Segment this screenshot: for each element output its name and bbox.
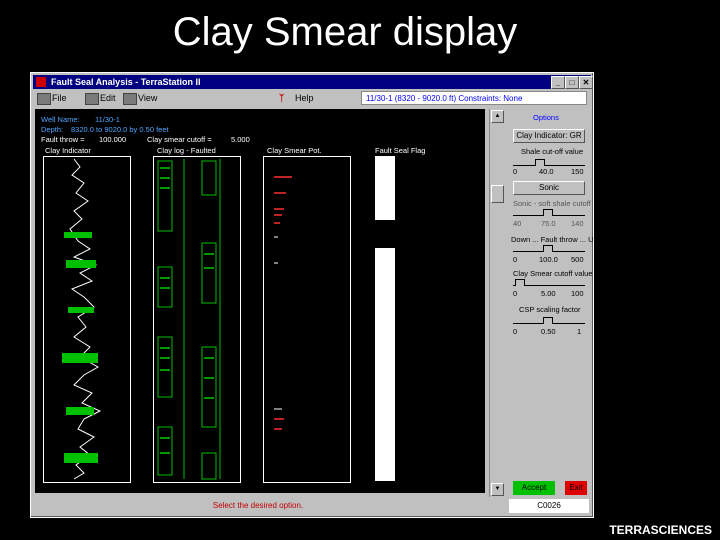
track-header-clay-indicator: Clay Indicator <box>45 146 91 155</box>
track-header-clay-log: Clay log - Faulted <box>157 146 216 155</box>
clay-smear-pot-track <box>263 156 351 483</box>
clay-smear-scale-max: 100 <box>571 289 584 298</box>
clay-smear-scale-min: 0 <box>513 289 518 298</box>
menu-file[interactable]: File <box>52 93 67 103</box>
csp-scale-value: 0.50 <box>541 327 556 336</box>
view-icon <box>123 93 137 105</box>
fault-seal-window: Fault Seal Analysis - TerraStation II _ … <box>30 72 598 518</box>
clay-smear-knob[interactable] <box>515 279 525 286</box>
clay-indicator-curve <box>62 158 102 480</box>
menu-edit[interactable]: Edit <box>100 93 116 103</box>
slide-title: Clay Smear display <box>172 10 518 54</box>
csp-scale-min: 0 <box>513 327 518 336</box>
plot-area: Well Name: 11/30-1 Depth: 8320.0 to 9020… <box>35 109 485 493</box>
fault-throw-value: 100.000 <box>99 135 127 144</box>
shale-cutoff-slider[interactable] <box>513 157 585 166</box>
close-button[interactable]: ✕ <box>579 76 593 89</box>
csp-scale-max: 1 <box>577 327 582 336</box>
fault-throw-label: Fault throw = <box>41 135 85 144</box>
exit-button[interactable]: Exit <box>565 481 587 495</box>
shale-scale-value: 40.0 <box>539 167 554 176</box>
window-title: Fault Seal Analysis - TerraStation II <box>51 77 201 87</box>
shale-scale-max: 150 <box>571 167 584 176</box>
shale-cutoff-knob[interactable] <box>535 159 545 166</box>
fault-throw-slider[interactable] <box>513 243 585 252</box>
sonic-knob[interactable] <box>543 209 553 216</box>
clay-smear-scale-value: 5.00 <box>541 289 556 298</box>
depth-value: 8320.0 to 9020.0 by 0.50 feet <box>71 125 169 134</box>
status-bar: Select the desired option. <box>35 499 481 513</box>
edit-icon <box>85 93 99 105</box>
sonic-scale-min: 40 <box>513 219 522 228</box>
fault-seal-flag-track <box>375 156 395 481</box>
clay-smear-cutoff-label: Clay smear cutoff = <box>147 135 212 144</box>
vertical-scrollbar[interactable]: ▲ ▼ <box>489 109 504 497</box>
clay-log-faulted-curve <box>157 159 221 480</box>
cursor-coords: C0026 <box>509 499 589 513</box>
fault-throw-scale-max: 500 <box>571 255 584 264</box>
sonic-scale-max: 140 <box>571 219 584 228</box>
clay-smear-cutoff-value: 5.000 <box>231 135 250 144</box>
shale-scale-min: 0 <box>513 167 518 176</box>
sonic-scale-value: 75.0 <box>541 219 556 228</box>
shale-cutoff-label: Shale cut-off value <box>521 147 583 156</box>
minimize-button[interactable]: _ <box>551 76 565 89</box>
maximize-button[interactable]: □ <box>565 76 579 89</box>
csp-slider[interactable] <box>513 315 585 324</box>
track-header-clay-smear-pot: Clay Smear Pot. <box>267 146 322 155</box>
options-panel: Options Clay Indicator: GR Shale cut-off… <box>509 109 598 499</box>
clay-indicator-track <box>43 156 131 483</box>
csp-label: CSP scaling factor <box>519 305 581 314</box>
seal-flag-gap <box>375 220 395 248</box>
menu-help[interactable]: Help <box>295 93 314 103</box>
help-icon: ᛉ <box>279 93 285 103</box>
fault-throw-scale-min: 0 <box>513 255 518 264</box>
sonic-slider[interactable] <box>513 207 585 216</box>
scroll-down-button[interactable]: ▼ <box>491 483 504 496</box>
clay-smear-slider[interactable] <box>513 277 585 286</box>
depth-label: Depth: <box>41 125 64 134</box>
well-name-label: Well Name: <box>41 115 80 124</box>
fault-throw-scale-value: 100.0 <box>539 255 558 264</box>
sonic-button[interactable]: Sonic <box>513 181 585 195</box>
window-titlebar[interactable]: Fault Seal Analysis - TerraStation II _ … <box>33 75 593 89</box>
csp-knob[interactable] <box>543 317 553 324</box>
scroll-up-button[interactable]: ▲ <box>491 110 504 123</box>
clay-indicator-button[interactable]: Clay Indicator: GR <box>513 129 585 143</box>
constraints-display: 11/30-1 (8320 - 9020.0 ft) Constraints: … <box>361 91 587 105</box>
fault-throw-knob[interactable] <box>543 245 553 252</box>
slide-footer: TERRASCIENCES <box>609 523 712 537</box>
clay-smear-pot-curve <box>274 176 292 430</box>
file-icon <box>37 93 51 105</box>
options-label: Options <box>533 113 559 122</box>
track-header-fault-seal-flag: Fault Seal Flag <box>375 146 426 155</box>
scroll-thumb[interactable] <box>491 185 504 203</box>
menu-view[interactable]: View <box>138 93 157 103</box>
accept-button[interactable]: Accept <box>513 481 555 495</box>
app-icon <box>36 77 46 87</box>
well-name-value: 11/30-1 <box>95 115 120 124</box>
clay-log-faulted-track <box>153 156 241 483</box>
